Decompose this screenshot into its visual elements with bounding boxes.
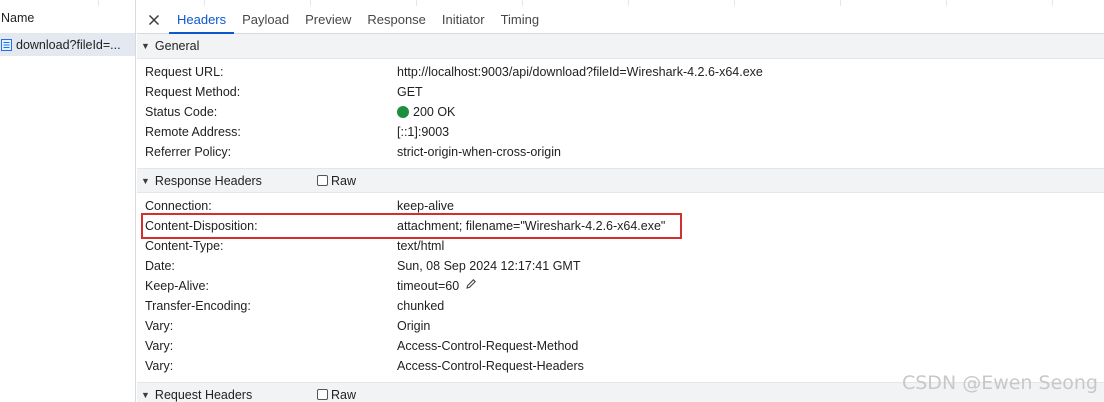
collapse-triangle-icon: ▼ <box>141 41 150 51</box>
header-key: Vary: <box>145 339 174 353</box>
header-row: Transfer-Encoding: chunked <box>137 296 1104 316</box>
general-section-header[interactable]: ▼ General <box>137 34 1104 59</box>
header-key: Connection: <box>145 199 212 213</box>
status-ok-dot-icon <box>397 106 409 118</box>
header-value: keep-alive <box>397 199 454 213</box>
request-row-download[interactable]: download?fileId=... <box>0 34 135 56</box>
header-value: GET <box>397 85 423 99</box>
response-headers-title: Response Headers <box>154 173 262 188</box>
raw-toggle[interactable]: Raw <box>317 174 356 188</box>
general-rows: Request URL: http://localhost:9003/api/d… <box>137 59 1104 168</box>
raw-toggle[interactable]: Raw <box>317 388 356 402</box>
watermark: CSDN @Ewen Seong <box>901 372 1098 394</box>
request-list-panel: Name download?fileId=... <box>0 0 136 402</box>
tab-payload[interactable]: Payload <box>234 6 297 33</box>
header-key: Transfer-Encoding: <box>145 299 251 313</box>
raw-label: Raw <box>331 173 357 188</box>
header-row: Date: Sun, 08 Sep 2024 12:17:41 GMT <box>137 256 1104 276</box>
header-row: Content-Type: text/html <box>137 236 1104 256</box>
request-headers-title: Request Headers <box>154 387 253 402</box>
header-key: Content-Disposition: <box>145 219 258 233</box>
header-row-content-disposition: Content-Disposition: attachment; filenam… <box>137 213 1104 239</box>
header-row: Request URL: http://localhost:9003/api/d… <box>137 62 1104 82</box>
header-value: timeout=60 <box>397 279 460 293</box>
collapse-triangle-icon: ▼ <box>141 175 150 186</box>
request-name: download?fileId=... <box>16 38 121 52</box>
header-value: strict-origin-when-cross-origin <box>397 145 561 159</box>
header-row: Vary: Access-Control-Request-Method <box>137 336 1104 356</box>
header-row: Request Method: GET <box>137 82 1104 102</box>
header-value: Origin <box>397 319 431 333</box>
header-key: Request Method: <box>145 85 241 99</box>
raw-checkbox[interactable] <box>317 175 328 186</box>
header-row: Keep-Alive: timeout=60 <box>137 276 1104 296</box>
tab-preview[interactable]: Preview <box>297 6 359 33</box>
keep-alive-value: timeout=60 <box>397 276 477 296</box>
header-row: Connection: keep-alive <box>137 196 1104 216</box>
edit-pencil-icon[interactable] <box>465 276 477 296</box>
name-column-header[interactable]: Name <box>0 0 135 34</box>
header-key: Status Code: <box>145 105 218 119</box>
tab-headers[interactable]: Headers <box>169 6 235 34</box>
pencil-icon <box>466 279 477 289</box>
tab-response[interactable]: Response <box>359 6 434 33</box>
response-headers-section-header[interactable]: ▼ Response Headers Raw <box>137 168 1104 193</box>
general-section-title: General <box>154 39 200 53</box>
header-value: attachment; filename="Wireshark-4.2.6-x6… <box>397 219 666 233</box>
header-key: Remote Address: <box>145 125 241 139</box>
header-value: [::1]:9003 <box>397 125 450 139</box>
details-tab-bar: Headers Payload Preview Response Initiat… <box>137 6 1104 34</box>
status-code-text: 200 OK <box>413 105 456 119</box>
header-row: Referrer Policy: strict-origin-when-cros… <box>137 142 1104 162</box>
status-code-value: 200 OK <box>397 102 455 122</box>
header-row: Vary: Origin <box>137 316 1104 336</box>
header-row: Status Code: 200 OK <box>137 102 1104 122</box>
header-key: Vary: <box>145 359 174 373</box>
header-value: Access-Control-Request-Method <box>397 339 579 353</box>
header-value: chunked <box>397 299 445 313</box>
tab-initiator[interactable]: Initiator <box>434 6 493 33</box>
document-icon <box>1 39 12 51</box>
header-value: text/html <box>397 239 445 253</box>
header-key: Request URL: <box>145 65 224 79</box>
tab-timing[interactable]: Timing <box>493 6 548 33</box>
header-key: Referrer Policy: <box>145 145 232 159</box>
response-header-rows: Connection: keep-alive Content-Dispositi… <box>137 193 1104 382</box>
header-key: Keep-Alive: <box>145 279 209 293</box>
header-key: Content-Type: <box>145 239 224 253</box>
header-row: Remote Address: [::1]:9003 <box>137 122 1104 142</box>
request-details-panel: Headers Payload Preview Response Initiat… <box>137 6 1104 402</box>
close-details-button[interactable] <box>145 6 163 33</box>
header-value: Sun, 08 Sep 2024 12:17:41 GMT <box>397 259 581 273</box>
header-key: Vary: <box>145 319 174 333</box>
raw-label: Raw <box>331 387 357 402</box>
close-icon <box>148 14 160 25</box>
header-value: http://localhost:9003/api/download?fileI… <box>397 65 763 79</box>
header-key: Date: <box>145 259 175 273</box>
raw-checkbox[interactable] <box>317 389 328 400</box>
collapse-triangle-icon: ▼ <box>141 389 150 400</box>
header-value: Access-Control-Request-Headers <box>397 359 584 373</box>
